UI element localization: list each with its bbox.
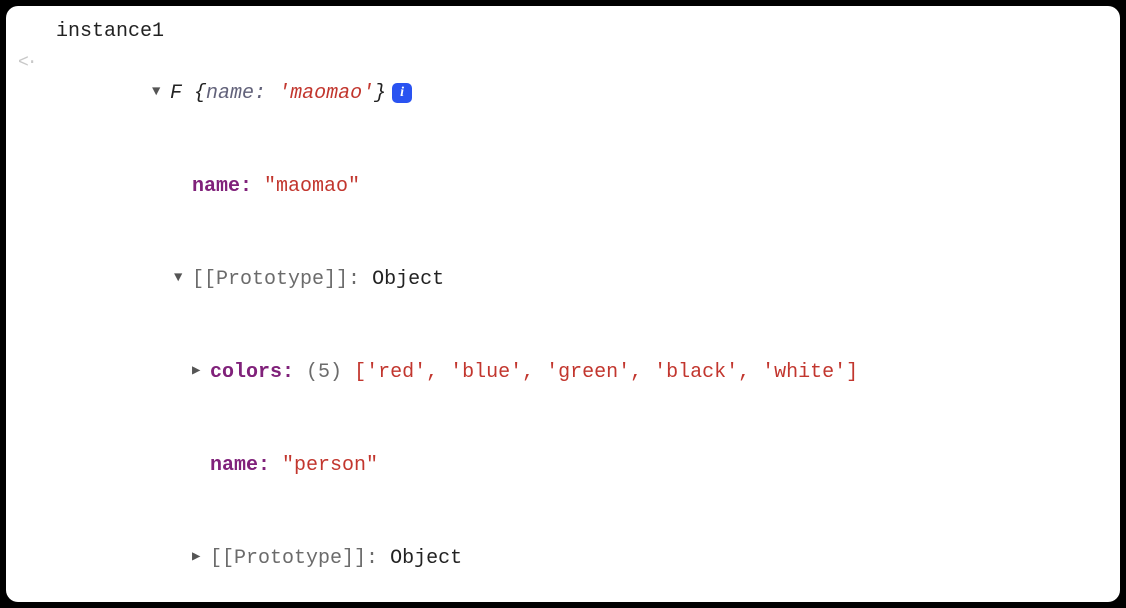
prototype-label: [[Prototype]]	[192, 268, 348, 291]
colors-row[interactable]: ▶colors: (5) ['red', 'blue', 'green', 'b…	[18, 326, 1108, 419]
prototype-value: Object	[390, 547, 462, 570]
property-key: name	[192, 175, 240, 198]
proto-name-row[interactable]: ▶name: "person"	[18, 419, 1108, 512]
property-value: "person"	[282, 454, 378, 477]
array-values: ['red', 'blue', 'green', 'black', 'white…	[354, 361, 858, 384]
expression-text: instance1	[56, 16, 1108, 47]
summary-key: name:	[206, 82, 266, 105]
gutter-returned-icon: <·	[18, 50, 56, 78]
console-entry-1: instance1 <· ▼F {name: 'maomao'}i ▶name:…	[18, 16, 1108, 602]
property-value: "maomao"	[264, 175, 360, 198]
brace-close: }	[374, 82, 386, 105]
result-summary-row[interactable]: <· ▼F {name: 'maomao'} i	[18, 47, 1108, 140]
constructor-name: F	[170, 82, 182, 105]
summary-value: 'maomao'	[278, 82, 374, 105]
prototype-row[interactable]: ▼[[Prototype]]: Object	[18, 233, 1108, 326]
brace-open: {	[182, 82, 206, 105]
disclose-collapsed-icon[interactable]: ▶	[192, 361, 210, 383]
console-panel: instance1 <· ▼F {name: 'maomao'}i ▶name:…	[6, 6, 1120, 602]
property-key: name	[210, 454, 258, 477]
property-key: colors	[210, 361, 282, 384]
disclose-expanded-icon[interactable]: ▼	[174, 268, 192, 290]
property-row[interactable]: ▶name: "maomao"	[18, 140, 1108, 233]
prototype-label: [[Prototype]]	[210, 547, 366, 570]
nested-prototype-row[interactable]: ▶[[Prototype]]: Object	[18, 512, 1108, 602]
disclose-collapsed-icon[interactable]: ▶	[192, 547, 210, 569]
disclose-expanded-icon[interactable]: ▼	[152, 82, 170, 104]
prototype-value: Object	[372, 268, 444, 291]
expression-row: instance1	[18, 16, 1108, 47]
array-count: (5)	[306, 361, 354, 384]
info-icon[interactable]: i	[392, 83, 412, 103]
